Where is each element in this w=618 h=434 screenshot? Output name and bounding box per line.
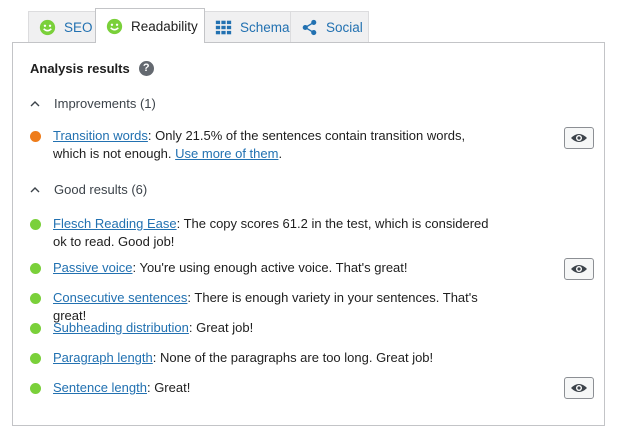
orange-bullet-icon (30, 131, 41, 142)
tab-readability[interactable]: Readability (95, 8, 205, 43)
result-text: Sentence length: Great! (53, 379, 500, 397)
green-bullet-icon (30, 219, 41, 230)
result-link[interactable]: Flesch Reading Ease (53, 216, 177, 231)
tab-readability-label: Readability (131, 18, 198, 34)
tab-social-label: Social (326, 19, 363, 35)
green-bullet-icon (30, 353, 41, 364)
green-bullet-icon (30, 263, 41, 274)
result-text: Paragraph length: None of the paragraphs… (53, 349, 500, 367)
readability-panel: Analysis results ? Improvements (1) Tran… (12, 42, 605, 426)
good-results-heading: Good results (6) (54, 182, 148, 197)
tab-seo[interactable]: SEO (28, 11, 96, 42)
grid-icon (215, 20, 232, 34)
result-description: : Great job! (188, 320, 254, 335)
chevron-up-icon (30, 187, 40, 193)
smiley-icon (39, 19, 56, 35)
smiley-icon (106, 18, 123, 34)
help-icon[interactable]: ? (138, 61, 154, 76)
improvements-heading: Improvements (1) (54, 96, 156, 111)
result-link[interactable]: Paragraph length (53, 350, 153, 365)
share-icon (302, 19, 317, 35)
result-text: Flesch Reading Ease: The copy scores 61.… (53, 215, 500, 251)
result-link[interactable]: Passive voice (53, 260, 132, 275)
result-description-end: . (278, 146, 283, 161)
list-item: Subheading distribution: Great job! (30, 319, 500, 337)
green-bullet-icon (30, 293, 41, 304)
result-description: : You're using enough active voice. That… (132, 260, 408, 275)
highlight-eye-button[interactable] (564, 377, 594, 399)
green-bullet-icon (30, 383, 41, 394)
highlight-eye-button[interactable] (564, 127, 594, 149)
green-bullet-icon (30, 323, 41, 334)
result-link[interactable]: Consecutive sentences (53, 290, 187, 305)
result-link[interactable]: Subheading distribution (53, 320, 189, 335)
result-link-secondary[interactable]: Use more of them (175, 146, 278, 161)
eye-icon (571, 384, 587, 392)
tab-schema[interactable]: Schema (204, 11, 291, 42)
result-description: : Great! (146, 380, 191, 395)
list-item: Paragraph length: None of the paragraphs… (30, 349, 500, 367)
list-item: Transition words: Only 21.5% of the sent… (30, 127, 500, 163)
page-title: Analysis results (30, 61, 130, 76)
tab-seo-label: SEO (64, 19, 93, 35)
list-item: Sentence length: Great! (30, 379, 500, 397)
analysis-results-title: Analysis results ? (30, 61, 154, 76)
highlight-eye-button[interactable] (564, 258, 594, 280)
result-text: Passive voice: You're using enough activ… (53, 259, 500, 277)
chevron-up-icon (30, 101, 40, 107)
list-item: Passive voice: You're using enough activ… (30, 259, 500, 277)
eye-icon (571, 265, 587, 273)
result-text: Subheading distribution: Great job! (53, 319, 500, 337)
result-link[interactable]: Transition words (53, 128, 148, 143)
result-description: : None of the paragraphs are too long. G… (152, 350, 434, 365)
result-link[interactable]: Sentence length (53, 380, 147, 395)
improvements-toggle[interactable]: Improvements (1) (30, 96, 156, 111)
result-text: Transition words: Only 21.5% of the sent… (53, 127, 500, 163)
good-results-toggle[interactable]: Good results (6) (30, 182, 147, 197)
eye-icon (571, 134, 587, 142)
list-item: Flesch Reading Ease: The copy scores 61.… (30, 215, 500, 251)
tab-schema-label: Schema (240, 19, 290, 35)
tab-social[interactable]: Social (290, 11, 369, 42)
